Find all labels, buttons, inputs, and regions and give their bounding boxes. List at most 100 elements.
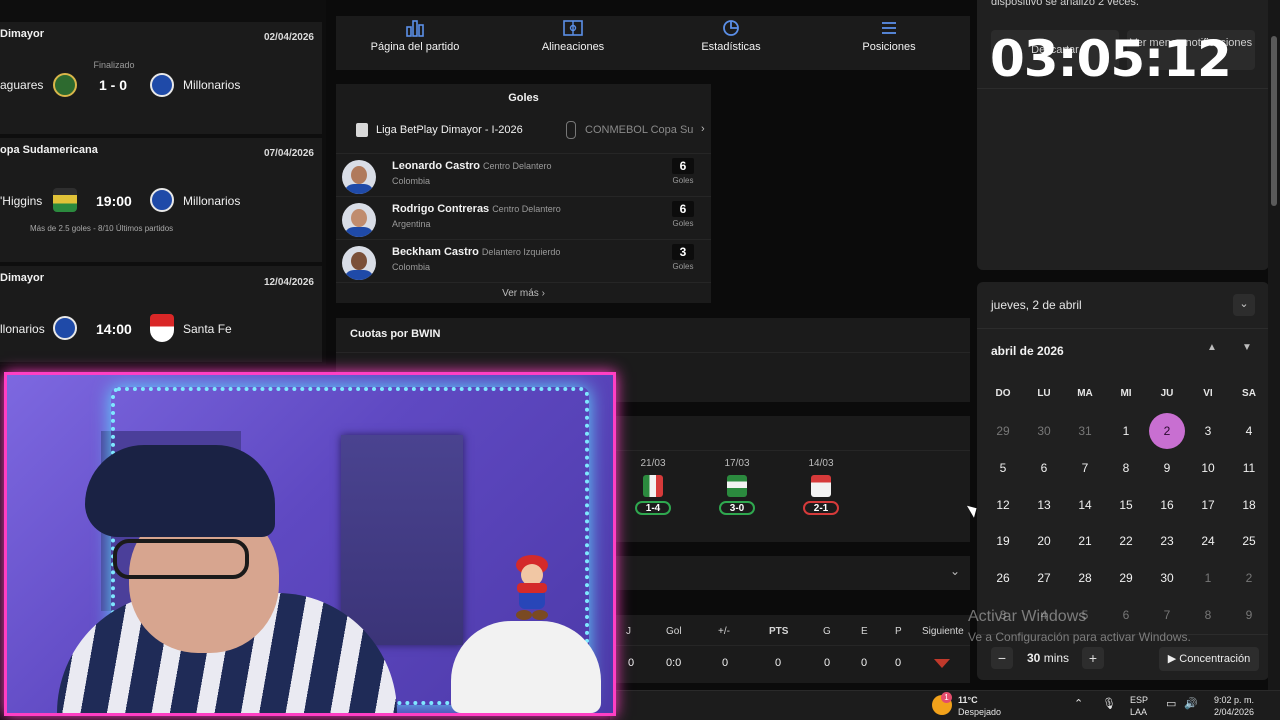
prev-month-icon[interactable]: ▲ <box>1207 342 1217 353</box>
calendar-day[interactable]: 21 <box>1067 523 1103 559</box>
calendar-day[interactable]: 1 <box>1190 560 1226 596</box>
calendar-day[interactable]: 2 <box>1231 560 1267 596</box>
col-header: E <box>861 626 868 637</box>
form-date: 21/03 <box>640 458 666 469</box>
see-more-link[interactable]: Ver más › <box>336 282 711 299</box>
calendar-day[interactable]: 22 <box>1108 523 1144 559</box>
calendar-day[interactable]: 31 <box>1067 413 1103 449</box>
calendar-day[interactable]: 10 <box>1190 450 1226 486</box>
competition-tab-active[interactable]: Liga BetPlay Dimayor - I-2026 <box>376 124 523 136</box>
player-row[interactable]: Beckham Castro Delantero Izquierdo Colomb… <box>336 239 711 282</box>
match-card[interactable]: Dimayor 02/04/2026 Finalizado aguares 1 … <box>0 22 322 153</box>
home-crest-icon <box>53 73 77 97</box>
chevron-right-icon: › <box>541 288 545 299</box>
collapse-button[interactable]: ⌄ <box>1233 294 1255 316</box>
chevron-right-icon[interactable]: › <box>701 123 705 135</box>
top-scorers-card: Goles Liga BetPlay Dimayor - I-2026 CONM… <box>336 84 711 303</box>
calendar-day[interactable]: 30 <box>1149 560 1185 596</box>
calendar-day[interactable]: 24 <box>1190 523 1226 559</box>
focus-start-button[interactable]: ▶ Concentración <box>1159 647 1259 671</box>
see-more-label: Ver más <box>502 288 539 299</box>
calendar-day[interactable]: 3 <box>1190 413 1226 449</box>
chevron-up-icon[interactable]: ⌃ <box>1074 699 1083 710</box>
tab-match-page[interactable]: Página del partido <box>336 16 494 70</box>
cell: 0 <box>775 657 782 669</box>
calendar-day[interactable]: 27 <box>1026 560 1062 596</box>
calendar-day[interactable]: 14 <box>1067 487 1103 523</box>
scrollbar[interactable] <box>1268 0 1280 690</box>
calendar-day[interactable]: 13 <box>1026 487 1062 523</box>
team-crest-icon <box>643 475 663 497</box>
form-item[interactable]: 14/03 2-1 <box>801 458 841 515</box>
match-time: 19:00 <box>96 193 132 209</box>
card-title: Goles <box>508 92 539 104</box>
player-row[interactable]: Rodrigo Contreras Centro Delantero Argent… <box>336 196 711 239</box>
minus-icon[interactable]: − <box>991 647 1013 669</box>
calendar-day[interactable]: 1 <box>1108 413 1144 449</box>
tab-statistics[interactable]: Estadísticas <box>652 16 810 70</box>
selected-date: jueves, 2 de abril <box>991 298 1082 312</box>
activation-watermark-title: Activar Windows <box>968 608 1087 625</box>
calendar-day[interactable]: 18 <box>1231 487 1267 523</box>
form-item[interactable]: 21/03 1-4 <box>633 458 673 515</box>
microphone-icon[interactable]: 🎙 <box>1102 699 1116 710</box>
form-result: 3-0 <box>719 501 755 515</box>
calendar-day[interactable]: 23 <box>1149 523 1185 559</box>
calendar-day[interactable]: 8 <box>1190 597 1226 633</box>
calendar-day[interactable]: 16 <box>1149 487 1185 523</box>
divider <box>977 88 1269 89</box>
calendar-day[interactable]: 8 <box>1108 450 1144 486</box>
match-card[interactable]: opa Sudamericana 07/04/2026 'Higgins 19:… <box>0 138 322 262</box>
taskbar-time[interactable]: 9:02 p. m. <box>1214 695 1254 706</box>
next-opponent-crest-icon[interactable] <box>934 659 950 668</box>
language[interactable]: ESP <box>1130 695 1148 706</box>
calendar-day[interactable]: 7 <box>1149 597 1185 633</box>
calendar-day[interactable]: 6 <box>1026 450 1062 486</box>
calendar-day[interactable]: 2 <box>1149 413 1185 449</box>
calendar-day[interactable]: 11 <box>1231 450 1267 486</box>
away-crest-icon <box>150 73 174 97</box>
match-card[interactable]: Dimayor 12/04/2026 llonarios 14:00 Santa… <box>0 266 322 362</box>
calendar-day[interactable]: 15 <box>1108 487 1144 523</box>
player-position: Centro Delantero <box>492 204 561 214</box>
calendar-day[interactable]: 9 <box>1231 597 1267 633</box>
weekday-label: JU <box>1160 388 1174 399</box>
home-crest-icon <box>53 316 77 340</box>
form-item[interactable]: 17/03 3-0 <box>717 458 757 515</box>
calendar-day[interactable]: 29 <box>985 413 1021 449</box>
calendar-day[interactable]: 9 <box>1149 450 1185 486</box>
taskbar-date[interactable]: 2/04/2026 <box>1214 707 1254 718</box>
network-icon[interactable]: ▭ <box>1166 699 1176 710</box>
player-country: Colombia <box>392 262 431 272</box>
calendar-month[interactable]: abril de 2026 <box>991 344 1064 358</box>
weekday-label: MI <box>1120 388 1132 399</box>
competition-tab[interactable]: CONMEBOL Copa Su <box>585 124 701 136</box>
chevron-down-icon: ⌄ <box>1239 298 1249 310</box>
tab-lineups[interactable]: Alineaciones <box>494 16 652 70</box>
scroll-thumb[interactable] <box>1271 36 1277 206</box>
match-date: 12/04/2026 <box>263 277 314 288</box>
calendar-day[interactable]: 17 <box>1190 487 1226 523</box>
calendar-day[interactable]: 7 <box>1067 450 1103 486</box>
plus-icon[interactable]: + <box>1082 647 1104 669</box>
chevron-down-icon[interactable]: ⌄ <box>950 564 960 578</box>
calendar-day[interactable]: 6 <box>1108 597 1144 633</box>
col-header: J <box>626 626 631 637</box>
next-month-icon[interactable]: ▼ <box>1242 342 1252 353</box>
calendar-day[interactable]: 29 <box>1108 560 1144 596</box>
calendar-day[interactable]: 19 <box>985 523 1021 559</box>
calendar-day[interactable]: 26 <box>985 560 1021 596</box>
person-cap <box>85 445 275 537</box>
calendar-day[interactable]: 28 <box>1067 560 1103 596</box>
tab-standings[interactable]: Posiciones <box>810 16 968 70</box>
calendar-day[interactable]: 5 <box>985 450 1021 486</box>
calendar-day[interactable]: 12 <box>985 487 1021 523</box>
calendar-day[interactable]: 20 <box>1026 523 1062 559</box>
form-result: 1-4 <box>635 501 671 515</box>
player-row[interactable]: Leonardo Castro Centro Delantero Colombia… <box>336 153 711 196</box>
calendar-day[interactable]: 4 <box>1231 413 1267 449</box>
volume-icon[interactable]: 🔊 <box>1184 699 1198 710</box>
calendar-day[interactable]: 30 <box>1026 413 1062 449</box>
player-position: Centro Delantero <box>483 161 552 171</box>
calendar-day[interactable]: 25 <box>1231 523 1267 559</box>
